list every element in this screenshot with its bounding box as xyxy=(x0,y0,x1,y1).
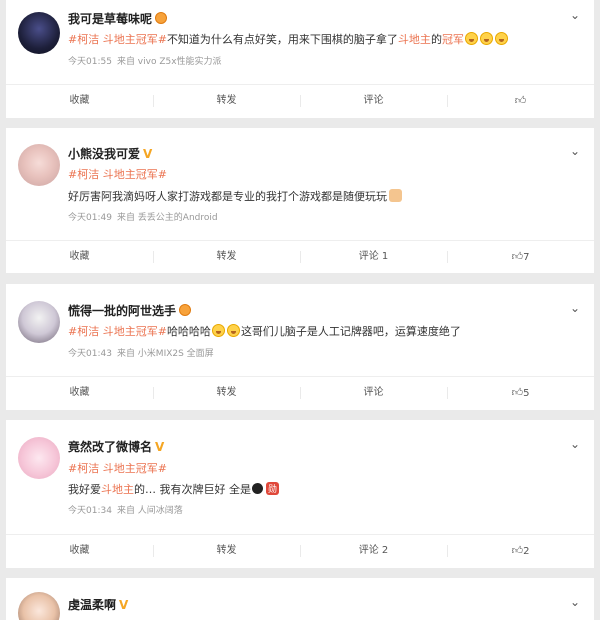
source: 来自 小米MIX2S 全面屏 xyxy=(116,349,214,359)
comment-text: #柯洁 斗地主冠军#不知道为什么有点好笑，用来下围棋的脑子拿了斗地主的冠军 xyxy=(68,31,509,47)
chevron-down-icon[interactable]: ⌄ xyxy=(570,595,580,609)
action-bar: 收藏 转发 评论 1 👍︎7 xyxy=(6,242,594,272)
comment-meta: 今天01:49 来自 丢丢公主的Android xyxy=(68,210,223,223)
comment-text: 我好爱斗地主的… 我有次牌巨好 全是勋 xyxy=(68,482,280,496)
laughing-emoji-icon xyxy=(211,324,225,337)
keyword-link[interactable]: 斗地主 xyxy=(398,33,431,46)
comment-button[interactable]: 评论 1 xyxy=(300,242,447,272)
username[interactable]: 小熊没我可爱 V xyxy=(68,145,152,162)
chevron-down-icon[interactable]: ⌄ xyxy=(570,144,580,158)
timestamp: 今天01:34 xyxy=(68,506,112,516)
verified-v-icon: V xyxy=(143,147,153,161)
chevron-down-icon[interactable]: ⌄ xyxy=(570,301,580,315)
comment-button[interactable]: 评论 xyxy=(300,86,447,116)
comment-text: 好厉害阿我滴妈呀人家打游戏都是专业的我打个游戏都是随便玩玩 xyxy=(68,188,402,204)
divider xyxy=(6,84,594,85)
crown-icon xyxy=(155,12,168,24)
thumbs-up-icon: 👍︎ xyxy=(511,386,524,399)
comment-button[interactable]: 评论 xyxy=(300,378,447,408)
hashtag-link[interactable]: #柯洁 斗地主冠军# xyxy=(68,168,167,181)
avatar[interactable] xyxy=(18,592,60,620)
keyword-link[interactable]: 冠军 xyxy=(442,33,464,46)
like-button[interactable]: 👍︎7 xyxy=(447,242,594,272)
thumbs-up-icon: 👍︎ xyxy=(511,250,524,263)
action-bar: 收藏 转发 评论 2 👍︎2 xyxy=(6,536,594,566)
verified-v-icon: V xyxy=(119,598,129,612)
action-bar: 收藏 转发 评论 👍︎ xyxy=(6,86,594,116)
divider xyxy=(6,534,594,535)
laughing-emoji-icon xyxy=(494,32,508,45)
hashtag-line: #柯洁 斗地主冠军# xyxy=(68,166,167,182)
comment-text: #柯洁 斗地主冠军#哈哈哈哈 这哥们儿脑子是人工记牌器吧，运算速度绝了 xyxy=(68,324,461,338)
collect-button[interactable]: 收藏 xyxy=(6,378,153,408)
comment-meta: 今天01:43 来自 小米MIX2S 全面屏 xyxy=(68,346,219,359)
username[interactable]: 虔温柔啊 V xyxy=(68,596,128,613)
thumbs-up-icon: 👍︎ xyxy=(514,94,527,107)
chevron-down-icon[interactable]: ⌄ xyxy=(570,437,580,451)
username[interactable]: 慌得一批的阿世选手 xyxy=(68,302,192,319)
avatar[interactable] xyxy=(18,12,60,54)
timestamp: 今天01:55 xyxy=(68,57,112,67)
repost-button[interactable]: 转发 xyxy=(153,378,300,408)
avatar[interactable] xyxy=(18,301,60,343)
source: 来自 vivo Z5x性能实力派 xyxy=(116,57,222,67)
repost-button[interactable]: 转发 xyxy=(153,242,300,272)
repost-button[interactable]: 转发 xyxy=(153,536,300,566)
divider xyxy=(6,376,594,377)
avatar[interactable] xyxy=(18,437,60,479)
avatar[interactable] xyxy=(18,144,60,186)
thumbs-up-emoji-icon xyxy=(389,189,402,202)
collect-button[interactable]: 收藏 xyxy=(6,86,153,116)
crown-icon xyxy=(179,304,192,316)
hashtag-link[interactable]: #柯洁 斗地主冠军# xyxy=(68,33,167,46)
source: 来自 丢丢公主的Android xyxy=(116,213,218,223)
divider xyxy=(6,240,594,241)
keyword-link[interactable]: 斗地主 xyxy=(101,483,134,496)
laughing-emoji-icon xyxy=(479,32,493,45)
verified-v-icon: V xyxy=(155,440,165,454)
thumbs-up-icon: 👍︎ xyxy=(511,544,524,557)
comment-button[interactable]: 评论 2 xyxy=(300,536,447,566)
username[interactable]: 竟然改了微博名 V xyxy=(68,438,164,455)
hashtag-link[interactable]: #柯洁 斗地主冠军# xyxy=(68,325,167,338)
like-button[interactable]: 👍︎ xyxy=(447,86,594,116)
comment-meta: 今天01:55 来自 vivo Z5x性能实力派 xyxy=(68,54,227,67)
source: 来自 人间冰阔落 xyxy=(116,506,183,516)
repost-button[interactable]: 转发 xyxy=(153,86,300,116)
action-bar: 收藏 转发 评论 👍︎5 xyxy=(6,378,594,408)
comment-card: 竟然改了微博名 V ⌄ #柯洁 斗地主冠军# 我好爱斗地主的… 我有次牌巨好 全是… xyxy=(6,420,594,568)
like-button[interactable]: 👍︎2 xyxy=(447,536,594,566)
crying-laughing-emoji-icon xyxy=(226,324,240,337)
chevron-down-icon[interactable]: ⌄ xyxy=(570,8,580,22)
hashtag-line: #柯洁 斗地主冠军# xyxy=(68,460,167,476)
comment-meta: 今天01:34 来自 人间冰阔落 xyxy=(68,503,188,516)
comment-card: 虔温柔啊 V ⌄ xyxy=(6,578,594,620)
timestamp: 今天01:49 xyxy=(68,213,112,223)
collect-button[interactable]: 收藏 xyxy=(6,242,153,272)
timestamp: 今天01:43 xyxy=(68,349,112,359)
laughing-emoji-icon xyxy=(464,32,478,45)
comment-card: 慌得一批的阿世选手 ⌄ #柯洁 斗地主冠军#哈哈哈哈 这哥们儿脑子是人工记牌器吧，… xyxy=(6,284,594,410)
hashtag-link[interactable]: #柯洁 斗地主冠军# xyxy=(68,462,167,475)
like-button[interactable]: 👍︎5 xyxy=(447,378,594,408)
sticker-icon: 勋 xyxy=(266,482,280,495)
comment-card: 我可是草莓味呢 ⌄ #柯洁 斗地主冠军#不知道为什么有点好笑，用来下围棋的脑子拿… xyxy=(6,0,594,118)
bomb-emoji-icon xyxy=(252,483,263,494)
comment-card: 小熊没我可爱 V ⌄ #柯洁 斗地主冠军# 好厉害阿我滴妈呀人家打游戏都是专业的我… xyxy=(6,128,594,273)
collect-button[interactable]: 收藏 xyxy=(6,536,153,566)
username[interactable]: 我可是草莓味呢 xyxy=(68,10,168,27)
